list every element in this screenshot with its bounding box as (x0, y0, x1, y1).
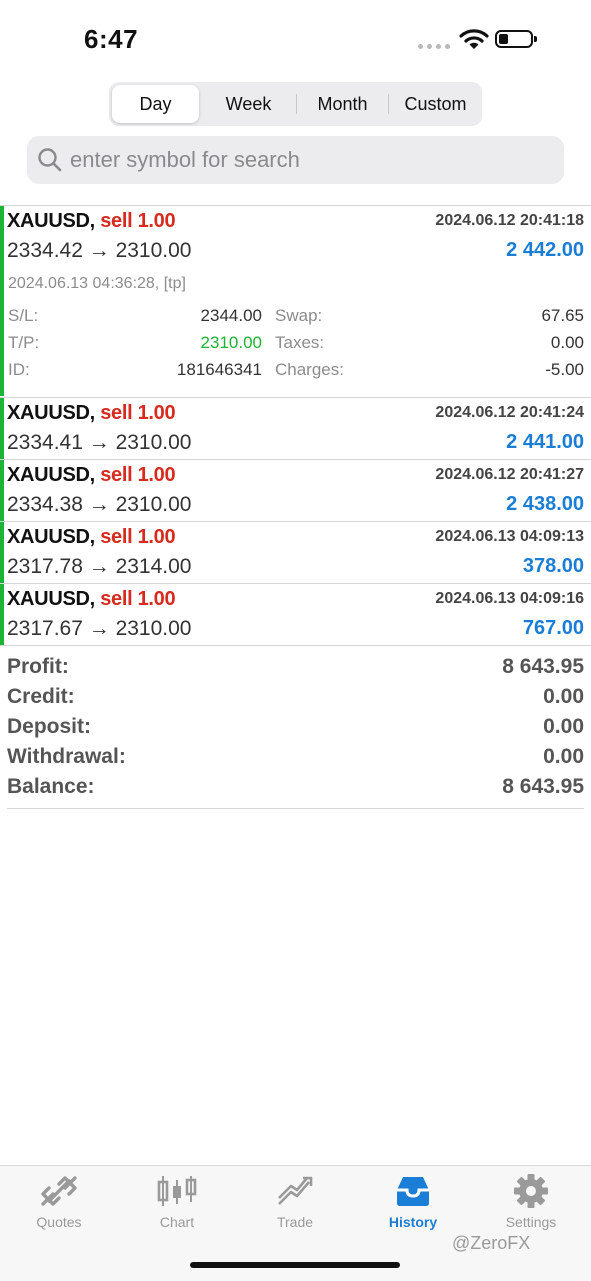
summary-label: Withdrawal: (7, 745, 126, 768)
deal-prices: 2317.67 → 2310.00 (7, 617, 192, 640)
summary-value: 8 643.95 (502, 655, 584, 678)
watermark: @ZeroFX (452, 1233, 531, 1253)
summary-value: 8 643.95 (502, 775, 584, 798)
settings-icon (514, 1174, 548, 1208)
deal-profit: 2 442.00 (506, 239, 584, 261)
segment-custom[interactable]: Custom (389, 85, 482, 123)
deal-symbol: XAUUSD, sell 1.00 (7, 464, 176, 486)
deal-side: sell 1.00 (100, 588, 176, 610)
tab-label: Quotes (36, 1214, 82, 1230)
deal-profit: 2 441.00 (506, 431, 584, 453)
battery-icon (495, 30, 537, 48)
segment-month[interactable]: Month (297, 85, 388, 123)
id-value: 181646341 (176, 360, 262, 379)
summary-balance: Balance: 8 643.95 (7, 775, 584, 805)
tab-history[interactable]: History (354, 1174, 472, 1240)
deal-symbol: XAUUSD, sell 1.00 (7, 402, 176, 424)
deal-close-time: 2024.06.13 04:36:28, [tp] (8, 275, 186, 292)
summary-value: 0.00 (543, 745, 584, 768)
deal-open-time: 2024.06.12 20:41:18 (435, 212, 584, 229)
sl-value: 2344.00 (200, 306, 262, 325)
tab-label: Trade (276, 1214, 314, 1230)
charges-value: -5.00 (545, 360, 584, 379)
deal-open-time: 2024.06.12 20:41:27 (435, 466, 584, 483)
status-bar: 6:47 (0, 0, 591, 76)
deal-symbol: XAUUSD, sell 1.00 (7, 526, 176, 548)
tab-quotes[interactable]: Quotes (0, 1174, 118, 1240)
tab-label: History (388, 1214, 438, 1230)
deal-prices: 2317.78 → 2314.00 (7, 555, 192, 578)
search-input[interactable] (70, 144, 550, 176)
taxes-label: Taxes: (275, 333, 325, 352)
period-segmented-control: Day Week Month Custom (109, 82, 482, 126)
deal-profit: 767.00 (522, 617, 584, 639)
deal-row[interactable]: XAUUSD, sell 1.00 2024.06.13 04:09:13 23… (0, 522, 591, 583)
deal-prices: 2334.41 → 2310.00 (7, 431, 192, 454)
home-indicator (190, 1262, 400, 1268)
summary-label: Credit: (7, 685, 75, 708)
deal-profit: 2 438.00 (506, 493, 584, 515)
search-icon (38, 148, 62, 172)
trade-icon (278, 1176, 313, 1205)
tab-label: Chart (159, 1214, 195, 1230)
chart-icon (157, 1176, 197, 1206)
deal-open-time: 2024.06.13 04:09:13 (435, 528, 584, 545)
deal-prices: 2334.42 → 2310.00 (7, 239, 192, 262)
sl-label: S/L: (8, 306, 39, 325)
signal-icon (418, 44, 450, 49)
tab-settings[interactable]: Settings (472, 1174, 590, 1240)
deal-profit: 378.00 (522, 555, 584, 577)
deal-side: sell 1.00 (100, 210, 176, 232)
deal-open-time: 2024.06.12 20:41:24 (435, 404, 584, 421)
summary-credit: Credit: 0.00 (7, 685, 584, 715)
swap-value: 67.65 (541, 306, 584, 325)
taxes-value: 0.00 (550, 333, 584, 352)
history-icon (397, 1177, 429, 1206)
deal-row[interactable]: XAUUSD, sell 1.00 2024.06.13 04:09:16 23… (0, 584, 591, 645)
deal-prices: 2334.38 → 2310.00 (7, 493, 192, 516)
segment-day[interactable]: Day (112, 85, 199, 123)
summary-label: Balance: (7, 775, 95, 798)
charges-label: Charges: (275, 360, 344, 379)
tp-label: T/P: (8, 333, 40, 352)
swap-label: Swap: (275, 306, 323, 325)
tab-trade[interactable]: Trade (236, 1174, 354, 1240)
deal-symbol: XAUUSD, sell 1.00 (7, 210, 176, 232)
deal-open-time: 2024.06.13 04:09:16 (435, 590, 584, 607)
deal-side: sell 1.00 (100, 464, 176, 486)
id-label: ID: (8, 360, 30, 379)
tp-value: 2310.00 (200, 333, 262, 352)
status-time: 6:47 (84, 24, 139, 54)
deal-symbol: XAUUSD, sell 1.00 (7, 588, 176, 610)
deal-side: sell 1.00 (100, 402, 176, 424)
divider (7, 808, 584, 809)
summary-label: Profit: (7, 655, 69, 678)
tab-chart[interactable]: Chart (118, 1174, 236, 1240)
deal-side: sell 1.00 (100, 526, 176, 548)
summary-value: 0.00 (543, 685, 584, 708)
quotes-icon (41, 1176, 77, 1206)
summary-value: 0.00 (543, 715, 584, 738)
deal-row[interactable]: XAUUSD, sell 1.00 2024.06.12 20:41:18 23… (0, 206, 591, 396)
tab-label: Settings (505, 1214, 557, 1230)
search-bar (27, 136, 564, 184)
deal-row[interactable]: XAUUSD, sell 1.00 2024.06.12 20:41:27 23… (0, 460, 591, 521)
deal-row[interactable]: XAUUSD, sell 1.00 2024.06.12 20:41:24 23… (0, 398, 591, 459)
summary-withdrawal: Withdrawal: 0.00 (7, 745, 584, 775)
summary-profit: Profit: 8 643.95 (7, 655, 584, 685)
wifi-icon (459, 29, 489, 49)
divider (0, 645, 591, 646)
summary-deposit: Deposit: 0.00 (7, 715, 584, 745)
segment-week[interactable]: Week (202, 85, 295, 123)
summary-label: Deposit: (7, 715, 91, 738)
